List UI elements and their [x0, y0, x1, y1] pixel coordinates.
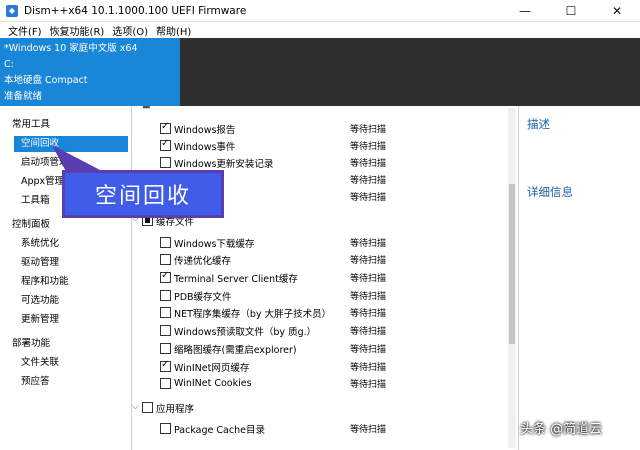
callout-banner: 空间回收 — [62, 170, 224, 218]
sidebar-item-updates[interactable]: 更新管理 — [14, 312, 128, 328]
list-item[interactable]: NET程序集缓存（by 大胖子技术员） 等待扫描 — [132, 304, 518, 321]
description-label: 描述 — [527, 117, 550, 131]
list-item[interactable]: WinINet网页缓存 等待扫描 — [132, 358, 518, 375]
group-row-applications[interactable]: 应用程序 — [132, 399, 518, 416]
disk-type: 本地硬盘 Compact — [4, 75, 88, 86]
checkbox[interactable] — [160, 237, 171, 248]
list-item[interactable]: 缩略图缓存(需重启explorer) 等待扫描 — [132, 340, 518, 357]
collapse-icon[interactable]: ▬ — [142, 106, 151, 112]
minimize-icon[interactable]: — — [502, 0, 548, 22]
list-item[interactable]: 传递优化缓存 等待扫描 — [132, 251, 518, 268]
list-item[interactable]: Terminal Server Client缓存 等待扫描 — [132, 269, 518, 286]
window-controls: — ☐ ✕ — [502, 0, 640, 22]
title-bar: ◆ Dism++x64 10.1.1000.100 UEFI Firmware … — [0, 0, 640, 22]
sidebar-item-programs[interactable]: 程序和功能 — [14, 274, 128, 290]
checkbox[interactable] — [142, 402, 153, 413]
app-icon: ◆ — [6, 4, 18, 17]
checkbox[interactable] — [160, 270, 171, 283]
list-item[interactable]: WinINet Cookies 等待扫描 — [132, 375, 518, 392]
list-item[interactable]: Package Cache目录 等待扫描 — [132, 420, 518, 437]
menu-file[interactable]: 文件(F) — [4, 23, 46, 38]
menu-bar: 文件(F) 恢复功能(R) 选项(O) 帮助(H) — [0, 22, 640, 38]
os-name: *Windows 10 家庭中文版 x64 — [4, 43, 138, 54]
sidebar-item-file-assoc[interactable]: 文件关联 — [14, 355, 128, 371]
checkbox[interactable] — [160, 254, 171, 265]
list-item[interactable]: Windows预读取文件（by 质g.） 等待扫描 — [132, 322, 518, 339]
close-icon[interactable]: ✕ — [594, 0, 640, 22]
cleanup-list: ▬ Windows报告 等待扫描 Windows事件 等待扫描 Windows更… — [132, 106, 518, 450]
maximize-icon[interactable]: ☐ — [548, 0, 594, 22]
system-info-panel[interactable]: *Windows 10 家庭中文版 x64 C: 本地硬盘 Compact 准备… — [0, 38, 180, 106]
sidebar-item-optional-features[interactable]: 可选功能 — [14, 293, 128, 309]
group-deploy: 部署功能 — [12, 338, 51, 349]
checkbox[interactable] — [160, 378, 171, 389]
group-control-panel: 控制面板 — [12, 219, 51, 230]
list-item[interactable]: Windows报告 等待扫描 — [132, 120, 518, 137]
info-panel: 描述 详细信息 — [518, 106, 640, 450]
checkbox[interactable] — [160, 290, 171, 301]
sidebar-item-answer-file[interactable]: 预应答 — [14, 374, 128, 390]
checkbox[interactable] — [160, 138, 171, 151]
status-text: 准备就绪 — [4, 91, 43, 102]
drive-letter: C: — [4, 59, 14, 70]
checkbox[interactable] — [160, 343, 171, 354]
checkbox[interactable] — [160, 307, 171, 318]
list-item[interactable]: Windows下载缓存 等待扫描 — [132, 234, 518, 251]
menu-options[interactable]: 选项(O) — [108, 23, 152, 38]
list-item[interactable]: PDB缓存文件 等待扫描 — [132, 287, 518, 304]
list-item[interactable]: Windows更新安装记录 等待扫描 — [132, 154, 518, 171]
window-title: Dism++x64 10.1.1000.100 UEFI Firmware — [24, 4, 247, 17]
checkbox[interactable] — [160, 423, 171, 434]
watermark: 头条 @简道云 — [520, 422, 603, 437]
list-scrollbar[interactable] — [508, 108, 516, 448]
list-item[interactable]: Windows事件 等待扫描 — [132, 137, 518, 154]
scrollbar-thumb[interactable] — [509, 184, 515, 344]
checkbox[interactable] — [160, 157, 171, 168]
sidebar-item-drivers[interactable]: 驱动管理 — [14, 255, 128, 271]
checkbox[interactable] — [160, 325, 171, 336]
checkbox[interactable] — [160, 121, 171, 134]
menu-restore[interactable]: 恢复功能(R) — [46, 23, 109, 38]
menu-help[interactable]: 帮助(H) — [152, 23, 195, 38]
header-empty-area — [180, 38, 640, 106]
details-label: 详细信息 — [527, 185, 573, 199]
group-common-tools: 常用工具 — [12, 119, 51, 130]
checkbox[interactable] — [160, 359, 171, 372]
sidebar-item-optimize[interactable]: 系统优化 — [14, 236, 128, 252]
